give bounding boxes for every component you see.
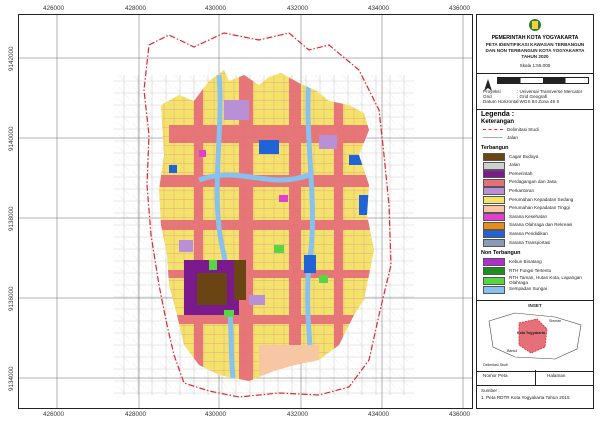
legend-swatch <box>483 230 505 239</box>
x-tick-label: 426000 <box>43 411 65 418</box>
legend-item: Sempadan Sungai <box>483 285 547 294</box>
proj-value-3: : WGS 84 Zona 49 S <box>517 99 560 104</box>
legend-item: Perdagangan dan Jasa <box>483 178 557 187</box>
x-tick-label: 426000 <box>43 5 65 12</box>
legend-label: Perumahan Kepadatan Tinggi <box>509 205 570 211</box>
x-tick-label: 432000 <box>287 411 309 418</box>
legend-label: RTH Fungsi Tertentu <box>509 267 552 273</box>
legend-label: Sempadan Sungai <box>509 286 547 292</box>
y-tick-label: 9136000 <box>8 286 15 311</box>
x-tick-label: 428000 <box>125 411 147 418</box>
x-tick-label: 434000 <box>368 5 390 12</box>
legend-item: Jalan <box>483 135 518 140</box>
inset-graphic <box>488 312 582 360</box>
scale-text: Skala 1:55.000 <box>519 63 551 68</box>
legend-swatch <box>483 267 505 276</box>
non-terbangun-title: Non Terbangun <box>481 250 521 256</box>
legend-swatch <box>483 277 505 286</box>
legend-label: Jalan <box>509 162 520 168</box>
legend-item: Sarana Olahraga dan Rekreasi <box>483 221 573 230</box>
legend-item: RTH Fungsi Tertentu <box>483 267 552 276</box>
legend-swatch <box>483 221 505 230</box>
legend-item: Delimitasi Studi <box>483 127 539 132</box>
x-tick-label: 430000 <box>205 411 227 418</box>
x-tick-label: 430000 <box>205 5 227 12</box>
map-sheet: 426000 428000 430000 432000 434000 436000 426… <box>0 0 600 424</box>
sumber-title: Sumber : <box>481 388 500 393</box>
legend-label: Perumahan Kepadatan Sedang <box>509 196 574 202</box>
inset-note: Delimitasi Studi <box>483 363 508 367</box>
legend-line-swatch <box>483 129 503 130</box>
legend-item: RTH Taman, Hutan Kota, Lapangan Olahraga <box>483 276 589 286</box>
keterangan-title: Keterangan <box>481 119 515 125</box>
land-use-map[interactable] <box>18 14 473 409</box>
y-tick-label: 9142000 <box>8 46 15 71</box>
legend-label: RTH Taman, Hutan Kota, Lapangan Olahraga <box>509 275 582 286</box>
legend-swatch <box>483 178 505 187</box>
legend-title: Legenda : <box>481 111 515 118</box>
legend-label: Sarana Pendidikan <box>509 230 548 236</box>
legend-swatch <box>483 285 505 294</box>
legend-item: Pemerintah <box>483 170 533 179</box>
map-title: PETA IDENTIFIKASI KAWASAN TERBANGUN DAN … <box>485 42 585 59</box>
x-tick-label: 434000 <box>368 411 390 418</box>
legend-label: Kebun Binatang <box>509 258 542 264</box>
x-tick-label: 436000 <box>449 411 471 418</box>
legend-item: Sarana Kesehatan <box>483 213 548 222</box>
legend-label: Perdagangan dan Jasa <box>509 179 557 185</box>
legend-label: Sarana Olahraga dan Rekreasi <box>509 222 573 228</box>
legend-swatch <box>483 161 505 170</box>
legend-label: Sarana Transportasi <box>509 239 551 245</box>
projection-block: Proyeksi Grid Datum Horizontal : Univers… <box>477 73 593 110</box>
scale-bar <box>497 77 589 84</box>
terbangun-title: Terbangun <box>481 145 509 151</box>
legend-label: Perkantoran <box>509 187 535 193</box>
legend-swatch <box>483 153 505 161</box>
inset-city-label: Kota Yogyakarta <box>517 331 546 335</box>
legend-label: Pemerintah <box>509 170 533 176</box>
nomor-peta-label: Nomor Peta <box>483 373 508 378</box>
org-name: PEMERINTAH KOTA YOGYAKARTA <box>491 35 579 41</box>
legend-label: Cagar Budaya <box>509 153 539 159</box>
legend-swatch <box>483 187 505 196</box>
legend-swatch <box>483 239 505 247</box>
legend-item: Perkantoran <box>483 187 535 196</box>
y-tick-label: 9134000 <box>8 366 15 391</box>
legend-item: Sarana Transportasi <box>483 239 550 247</box>
x-tick-label: 432000 <box>287 5 309 12</box>
legend-swatch <box>483 196 505 204</box>
halaman-label: Halaman <box>547 373 566 378</box>
map-canvas <box>19 15 472 408</box>
y-tick-label: 9138000 <box>8 206 15 231</box>
legend-item: Cagar Budaya <box>483 153 538 161</box>
legend-swatch <box>483 213 505 222</box>
legend-label: Jalan <box>507 135 518 140</box>
sumber-text: 1. Peta RDTR Kota Yogyakarta Tahun 2015 <box>481 395 570 400</box>
legend-label: Delimitasi Studi <box>507 127 539 132</box>
x-tick-label: 436000 <box>449 5 471 12</box>
inset-title: INSET <box>528 303 542 308</box>
inset-sleman-label: Sleman <box>549 319 562 323</box>
city-emblem-icon <box>529 19 541 31</box>
legend-item: Jalan <box>483 161 520 170</box>
x-tick-label: 428000 <box>125 5 147 12</box>
title-block: PEMERINTAH KOTA YOGYAKARTA PETA IDENTIFI… <box>477 15 593 74</box>
legend-item: Perumahan Kepadatan Tinggi <box>483 204 570 213</box>
legend-item: Kebun Binatang <box>483 258 542 266</box>
legend-swatch <box>483 258 505 266</box>
legend-item: Sarana Pendidikan <box>483 230 548 239</box>
legend-swatch <box>483 170 505 179</box>
legend-swatch <box>483 204 505 213</box>
legend-label: Sarana Kesehatan <box>509 213 548 219</box>
y-tick-label: 9140000 <box>8 126 15 151</box>
legend-panel: PEMERINTAH KOTA YOGYAKARTA PETA IDENTIFI… <box>476 14 594 409</box>
legend-item: Perumahan Kepadatan Sedang <box>483 196 573 204</box>
legend-line-swatch <box>483 137 503 138</box>
inset-bantul-label: Bantul <box>507 349 518 353</box>
inset-map: INSET Kota Yogyakarta Sleman Bantul Deli… <box>477 300 593 372</box>
page-info: Nomor Peta Halaman <box>477 370 593 386</box>
proj-label-3: Datum Horizontal <box>483 99 519 104</box>
